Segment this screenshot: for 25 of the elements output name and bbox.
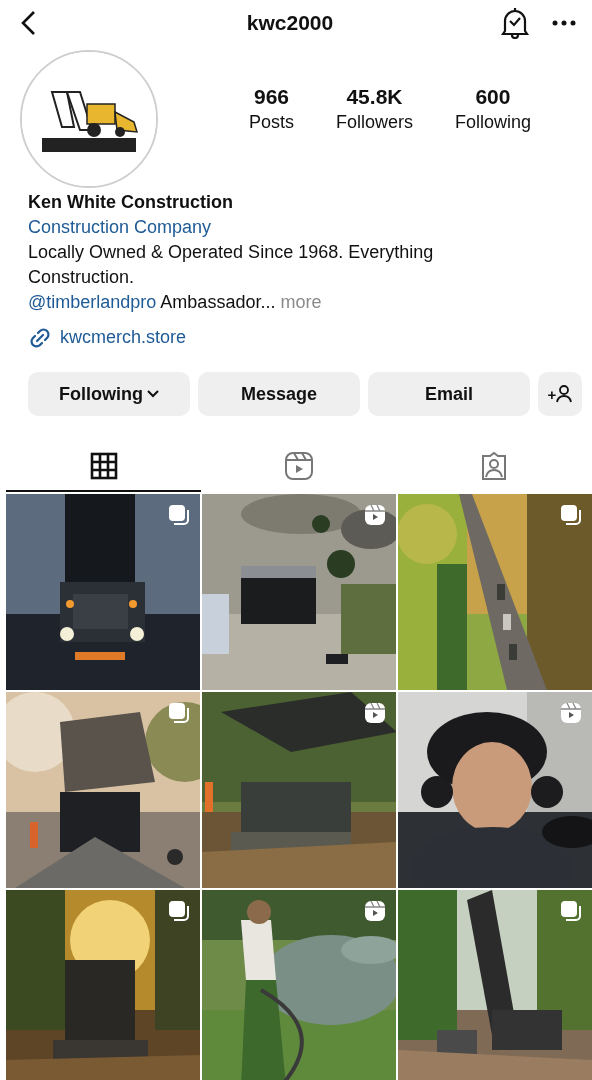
stat-label[interactable]: Posts [248,112,294,133]
link-icon [28,325,52,350]
back-button[interactable] [20,10,36,36]
stat-count: 966 [253,85,289,109]
add-person-button[interactable]: + [538,372,582,416]
profile-action-button[interactable]: Following [28,372,190,416]
bio-text: Ambassador... [160,292,276,312]
stat-count: 45.8K [346,85,403,109]
website-link[interactable]: kwcmerch.store [60,325,187,350]
stat-label[interactable]: Following [454,112,531,133]
profile-action-button[interactable]: Message [198,372,360,416]
stat-label[interactable]: Followers [335,112,413,133]
profile-name: Ken White Construction [28,191,234,214]
bio-text: Locally Owned & Operated Since 1968. Everything Construction. [28,241,435,289]
person-icon [556,385,573,403]
grid-icon [89,452,118,480]
stat-count: 600 [475,85,511,109]
mention-link[interactable]: @timberlandpro [28,292,157,312]
notification-bell-button[interactable] [500,7,530,39]
chevron-down-icon [147,390,159,398]
profile-action-button[interactable]: Email [368,372,530,416]
reels-icon [284,451,314,481]
username-title: kwc2000 [246,11,334,35]
more-options-button[interactable] [552,20,576,26]
category-label: Construction Company [28,216,213,239]
